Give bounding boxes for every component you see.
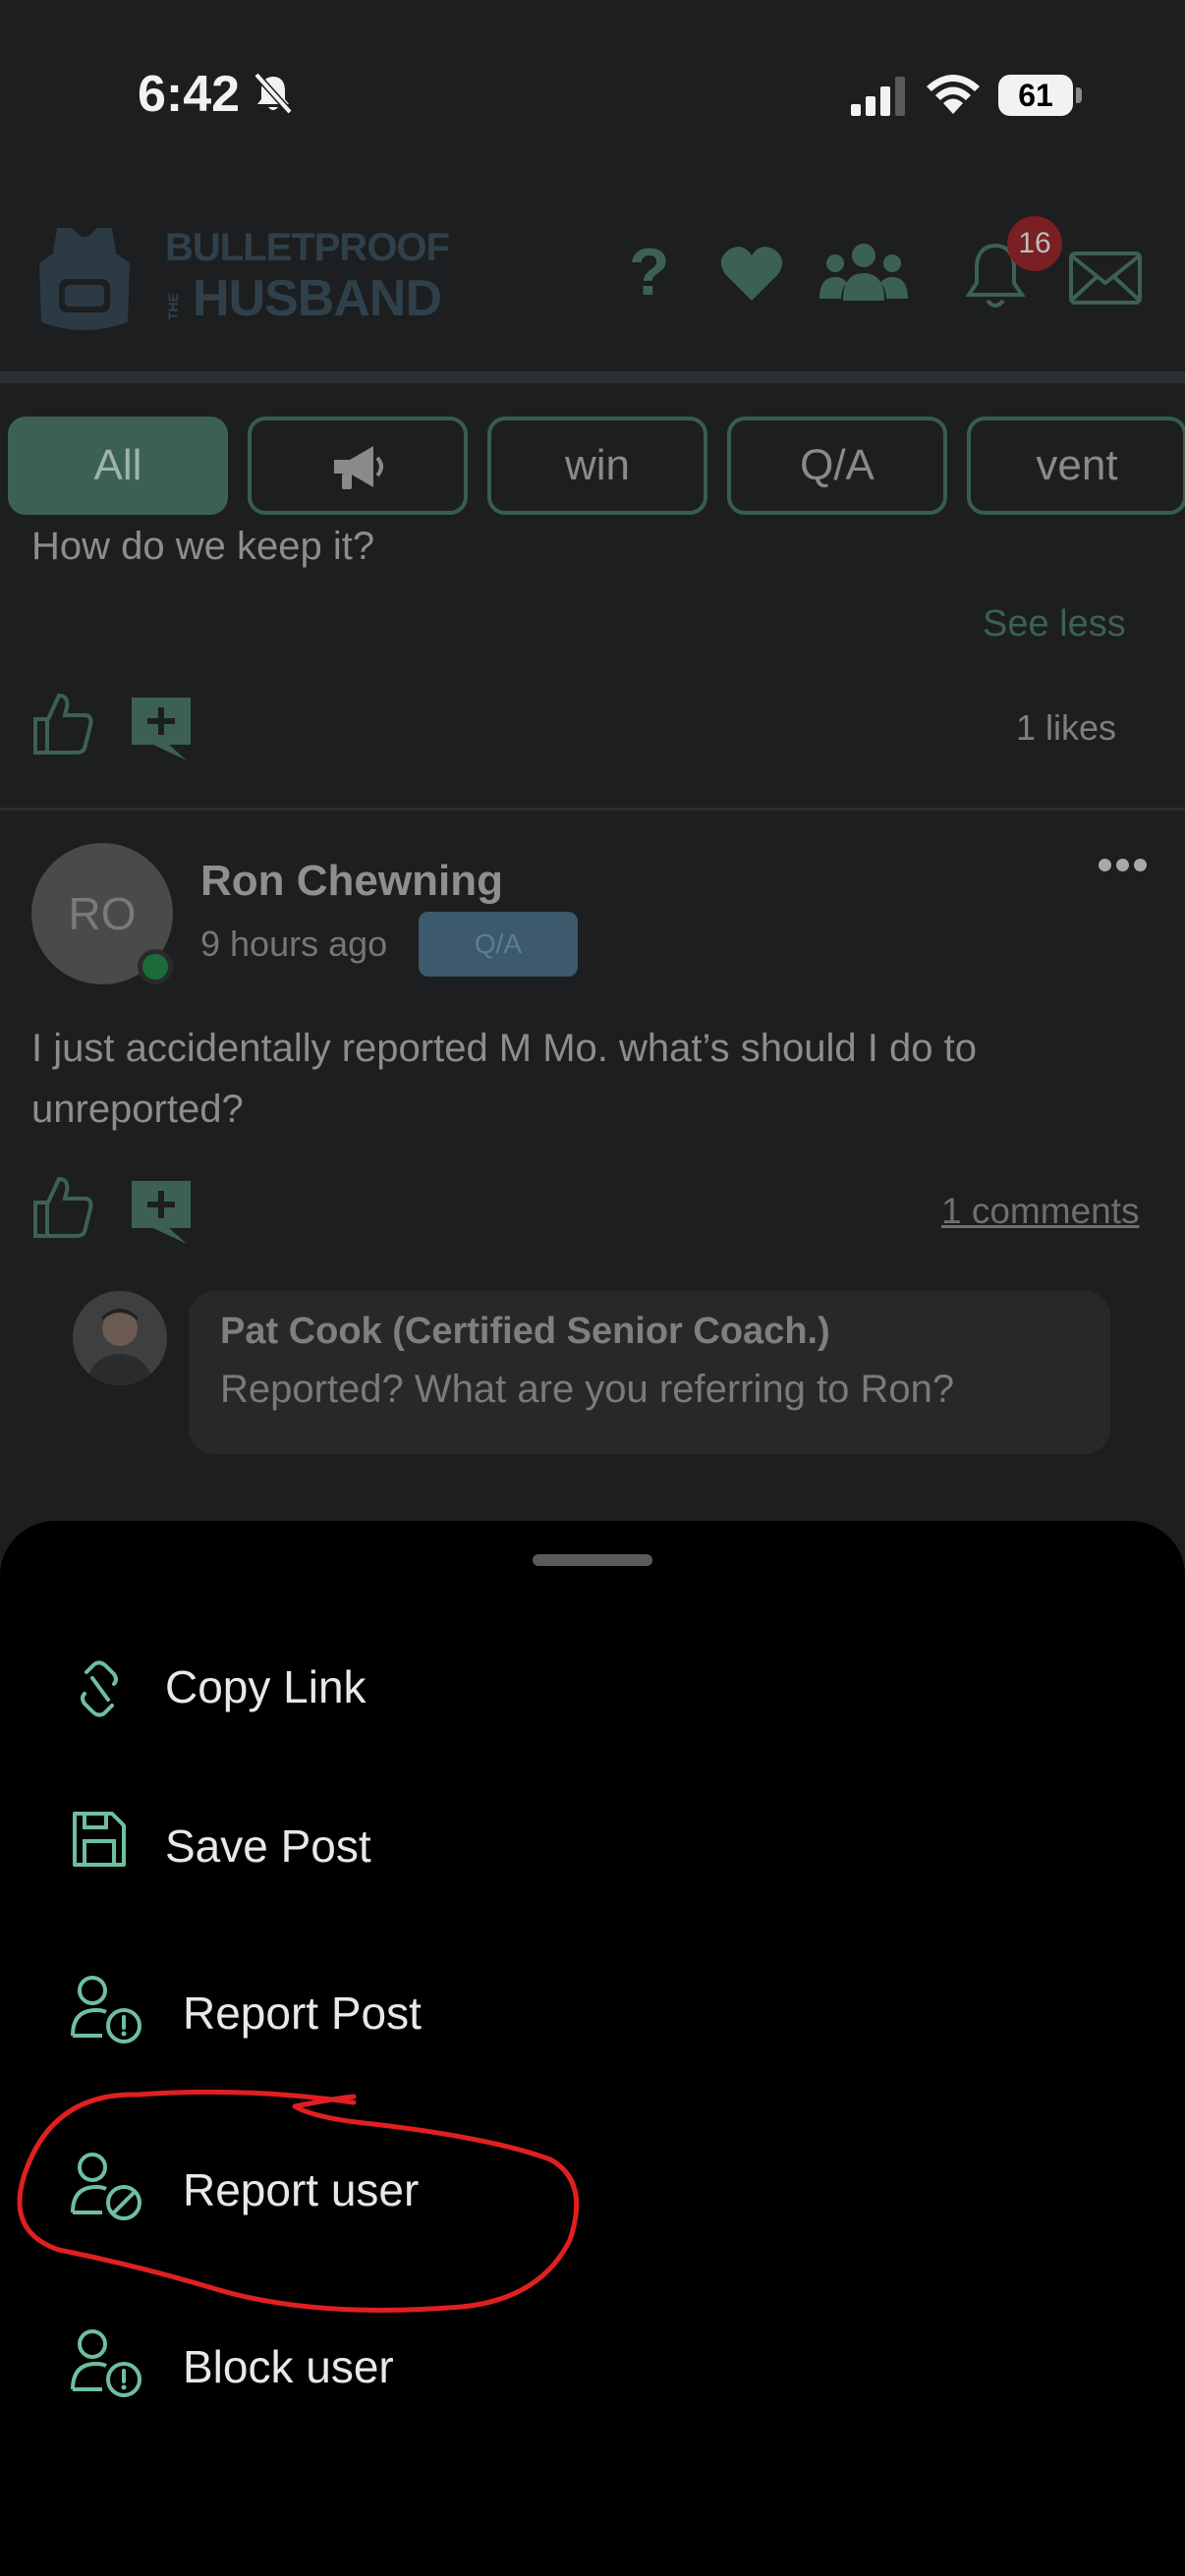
- action-sheet: Copy Link Save Post Report Post Report u…: [0, 1521, 1185, 2576]
- battery-level: 61: [1018, 78, 1053, 113]
- logo-text-husband: HUSBAND: [193, 270, 442, 327]
- previous-post-text: How do we keep it?: [31, 525, 375, 568]
- menu-item-label: Save Post: [165, 1820, 371, 1872]
- app-header: BULLETPROOF THE HUSBAND ?: [0, 196, 1185, 373]
- likes-count: 1 likes: [1016, 707, 1117, 748]
- sheet-grabber[interactable]: [533, 1554, 652, 1566]
- post-author[interactable]: Ron Chewning: [200, 857, 503, 906]
- user-alert-icon: [71, 2329, 141, 2397]
- comment-avatar[interactable]: [73, 1291, 167, 1385]
- logo-vest-icon: [39, 228, 130, 330]
- cellular-signal-icon: [851, 77, 905, 116]
- menu-item-label: Block user: [183, 2341, 394, 2392]
- post-timestamp: 9 hours ago: [200, 924, 388, 964]
- comment-bubble: Pat Cook (Certified Senior Coach.) Repor…: [189, 1291, 1110, 1454]
- help-icon[interactable]: ?: [629, 238, 680, 307]
- post-body: I just accidentally reported M Mo. what’…: [31, 1027, 977, 1131]
- feed-page: 6:42 61 BULLETPROOF THE HUSBAND ? 16 All…: [0, 0, 1185, 1670]
- messages-mail-icon[interactable]: [1069, 252, 1142, 305]
- user-alert-icon: [71, 1976, 141, 2044]
- avatar-photo: [73, 1291, 167, 1385]
- notification-count-badge: 16: [1007, 216, 1062, 271]
- battery-indicator: 61: [998, 75, 1082, 116]
- menu-item-block-user[interactable]: Block user: [0, 2328, 1185, 2446]
- comment-author[interactable]: Pat Cook (Certified Senior Coach.): [220, 1311, 830, 1353]
- save-icon: [73, 1812, 126, 1867]
- heart-icon[interactable]: [719, 244, 784, 303]
- filter-chip-all[interactable]: All: [8, 417, 228, 515]
- status-bar: 6:42 61: [0, 0, 1185, 187]
- menu-item-report-post[interactable]: Report Post: [0, 1975, 1185, 2093]
- comment-text: Reported? What are you referring to Ron?: [220, 1368, 955, 1411]
- wifi-icon: [927, 75, 980, 114]
- logo-text-the: THE: [165, 293, 181, 320]
- filter-chips: All win Q/A vent: [8, 417, 1185, 515]
- more-options-icon[interactable]: [1099, 859, 1154, 880]
- like-icon[interactable]: [31, 1175, 94, 1240]
- online-status-dot: [138, 949, 173, 984]
- filter-chip-qa[interactable]: Q/A: [727, 417, 947, 515]
- link-icon: [81, 1660, 118, 1717]
- comments-link[interactable]: 1 comments: [941, 1191, 1140, 1232]
- menu-item-copy-link[interactable]: Copy Link: [0, 1649, 1185, 1766]
- menu-item-report-user[interactable]: Report user: [0, 2152, 1185, 2269]
- megaphone-icon: [334, 446, 383, 489]
- post-tag-badge: Q/A: [419, 912, 578, 977]
- menu-item-save-post[interactable]: Save Post: [0, 1808, 1185, 1926]
- bell-muted-icon: [254, 72, 293, 115]
- logo-text-bulletproof: BULLETPROOF: [165, 226, 450, 269]
- filter-chip-vent[interactable]: vent: [967, 417, 1185, 515]
- menu-item-label: Report Post: [183, 1988, 422, 2039]
- community-icon[interactable]: [819, 242, 908, 303]
- filter-chip-win[interactable]: win: [487, 417, 707, 515]
- filter-chip-announcements[interactable]: [248, 417, 468, 515]
- menu-item-label: Copy Link: [165, 1661, 367, 1712]
- menu-item-label: Report user: [183, 2164, 420, 2215]
- header-divider: [0, 371, 1185, 383]
- status-time: 6:42: [138, 66, 241, 123]
- add-comment-icon[interactable]: [130, 696, 193, 760]
- see-less-link[interactable]: See less: [983, 603, 1126, 645]
- user-block-icon: [71, 2153, 141, 2220]
- add-comment-icon[interactable]: [130, 1179, 193, 1244]
- like-icon[interactable]: [31, 692, 94, 756]
- post-divider: [0, 808, 1185, 811]
